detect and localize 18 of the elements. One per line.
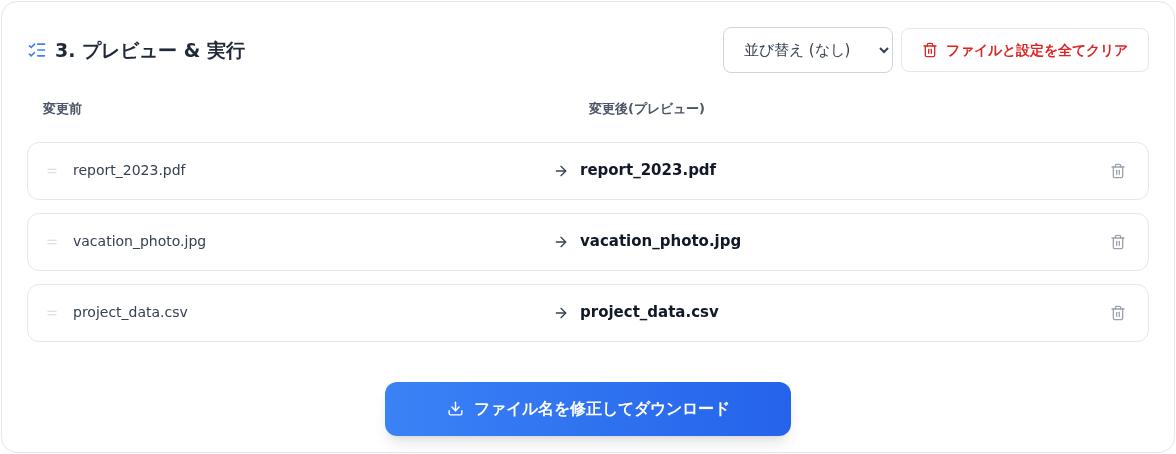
delete-icon[interactable] <box>1110 304 1126 321</box>
trash-icon <box>922 42 938 58</box>
section-title: 3. プレビュー & 実行 <box>55 37 245 63</box>
original-filename: project_data.csv <box>73 303 189 322</box>
column-header: 変更前 <box>43 100 83 118</box>
original-filename: vacation_photo.jpg <box>73 232 208 251</box>
original-filename: report_2023.pdf <box>73 161 187 180</box>
column-header: 変更後(プレビュー) <box>589 100 705 118</box>
download-icon <box>446 400 464 417</box>
checklist-icon <box>27 40 47 60</box>
delete-icon[interactable] <box>1110 162 1126 179</box>
clear-button[interactable]: ファイルと設定を全てクリア <box>901 28 1149 72</box>
new-filename: vacation_photo.jpg <box>580 231 743 253</box>
new-filename: report_2023.pdf <box>580 160 718 182</box>
download-button[interactable]: ファイル名を修正してダウンロード <box>385 381 791 436</box>
new-filename: project_data.csv <box>580 302 720 324</box>
delete-icon[interactable] <box>1110 233 1126 250</box>
sort-select[interactable]: 並び替え (なし) <box>723 27 893 73</box>
